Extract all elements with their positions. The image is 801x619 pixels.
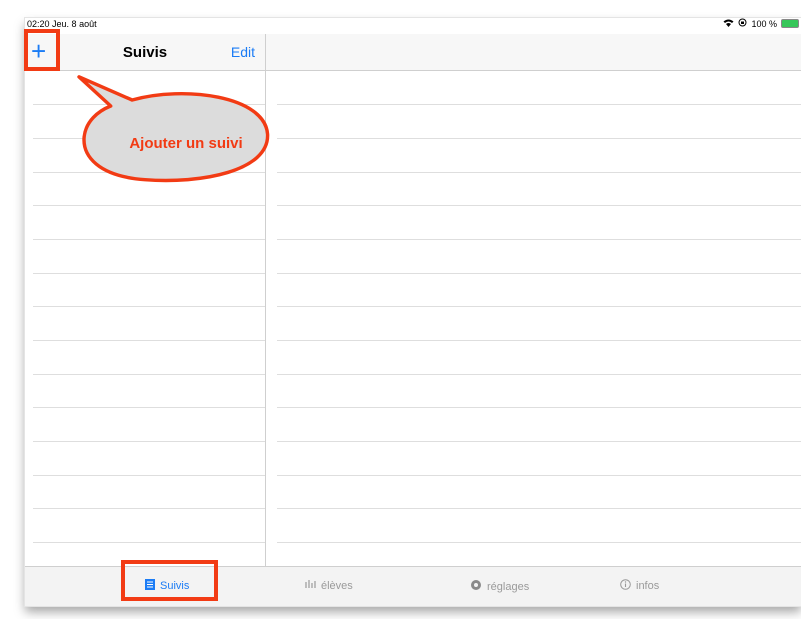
status-time: 02:20 xyxy=(27,19,50,29)
status-indicators: 100 % xyxy=(723,18,799,29)
list-row-separator xyxy=(33,374,265,375)
detail-row-separator xyxy=(277,407,801,408)
tab-suivis-highlight xyxy=(121,560,218,601)
detail-row-separator xyxy=(277,475,801,476)
detail-row-separator xyxy=(277,138,801,139)
detail-row-separator xyxy=(277,104,801,105)
edit-button[interactable]: Edit xyxy=(231,44,255,60)
tab-label: élèves xyxy=(321,579,353,592)
orientation-lock-icon xyxy=(738,18,747,29)
battery-percent: 100 % xyxy=(751,18,777,29)
detail-row-separator xyxy=(277,374,801,375)
list-row-separator xyxy=(33,441,265,442)
detail-navbar xyxy=(266,34,801,71)
gear-icon xyxy=(470,579,482,594)
tablet-frame: 02:20 Jeu. 8 août 100 % + Suivis Edit Su… xyxy=(0,0,801,619)
people-icon xyxy=(305,579,316,592)
list-row-separator xyxy=(33,508,265,509)
status-date: Jeu. 8 août xyxy=(52,19,97,29)
tab-label: infos xyxy=(636,580,660,592)
list-row-separator xyxy=(33,273,265,274)
list-row-separator xyxy=(33,340,265,341)
tab-label: réglages xyxy=(487,580,530,593)
status-bar: 02:20 Jeu. 8 août 100 % xyxy=(25,18,801,34)
list-row-separator xyxy=(33,306,265,307)
list-row-separator xyxy=(33,407,265,408)
page-title: Suivis xyxy=(122,44,168,61)
detail-row-separator xyxy=(277,239,801,240)
detail-row-separator xyxy=(277,340,801,341)
detail-row-separator xyxy=(277,172,801,173)
tab-infos[interactable]: infos xyxy=(620,579,659,593)
detail-row-separator xyxy=(277,542,801,543)
tab-reglages[interactable]: réglages xyxy=(470,579,529,594)
callout-text: Ajouter un suivi xyxy=(129,135,243,152)
list-row-separator xyxy=(33,542,265,543)
detail-row-separator xyxy=(277,273,801,274)
list-row-separator xyxy=(33,475,265,476)
add-button-highlight xyxy=(24,29,60,71)
callout-bubble xyxy=(77,75,270,183)
detail-row-separator xyxy=(277,205,801,206)
battery-icon xyxy=(781,19,799,28)
detail-row-separator xyxy=(277,441,801,442)
detail-row-separator xyxy=(277,508,801,509)
tab-eleves[interactable]: élèves xyxy=(305,579,353,592)
status-time-date: 02:20 Jeu. 8 août xyxy=(27,19,97,29)
detail-row-separator xyxy=(277,306,801,307)
list-row-separator xyxy=(33,239,265,240)
info-icon xyxy=(620,579,631,593)
master-navbar: + Suivis Edit xyxy=(25,34,265,71)
wifi-icon xyxy=(723,19,734,29)
list-row-separator xyxy=(33,205,265,206)
